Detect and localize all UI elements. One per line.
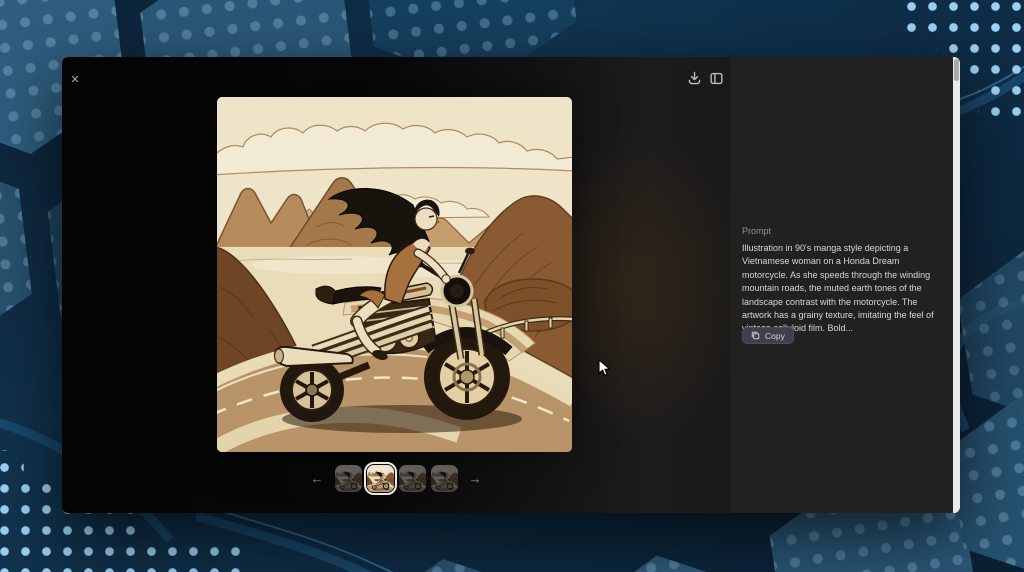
desktop-background: ✕ ← → Prompt Illustration in 90's manga … [0,0,1024,572]
carousel-thumbnail-1[interactable] [334,465,362,492]
image-viewer-modal: ✕ ← → Prompt Illustration in 90's manga … [62,57,960,513]
thumbnail-image [431,465,458,492]
carousel-prev-button[interactable]: ← [309,471,326,486]
scrollbar[interactable] [953,57,960,513]
viewer-toolbar [687,71,724,86]
carousel-thumbnail-2[interactable] [363,462,397,495]
prompt-text: Illustration in 90's manga style depicti… [742,243,934,334]
left-arrow-icon: ← [310,471,324,486]
carousel-thumbnail-4[interactable] [430,465,458,492]
thumbnail-image [367,465,394,492]
copy-button-label: Copy [765,330,785,341]
copy-icon [751,331,760,340]
generated-image[interactable] [217,97,572,452]
prompt-label: Prompt [742,226,772,236]
sepia-motorcycle-illustration [217,97,572,452]
details-panel: Prompt Illustration in 90's manga style … [730,57,953,513]
right-arrow-icon: → [468,471,482,486]
panel-toggle-icon [710,72,723,85]
download-button[interactable] [687,71,702,86]
download-icon [688,71,701,85]
thumbnail-image [335,465,362,492]
close-icon: ✕ [70,74,80,86]
carousel-thumbnail-3[interactable] [398,465,426,492]
carousel-next-button[interactable]: → [467,471,484,486]
carousel-thumbnails [334,462,458,495]
panel-toggle-button[interactable] [709,71,724,86]
media-area: ✕ ← → [62,57,757,513]
thumbnail-image [399,465,426,492]
copy-button[interactable]: Copy [742,327,794,344]
scrollbar-thumb[interactable] [954,59,959,81]
image-carousel: ← → [62,462,730,495]
close-button[interactable]: ✕ [66,71,84,89]
